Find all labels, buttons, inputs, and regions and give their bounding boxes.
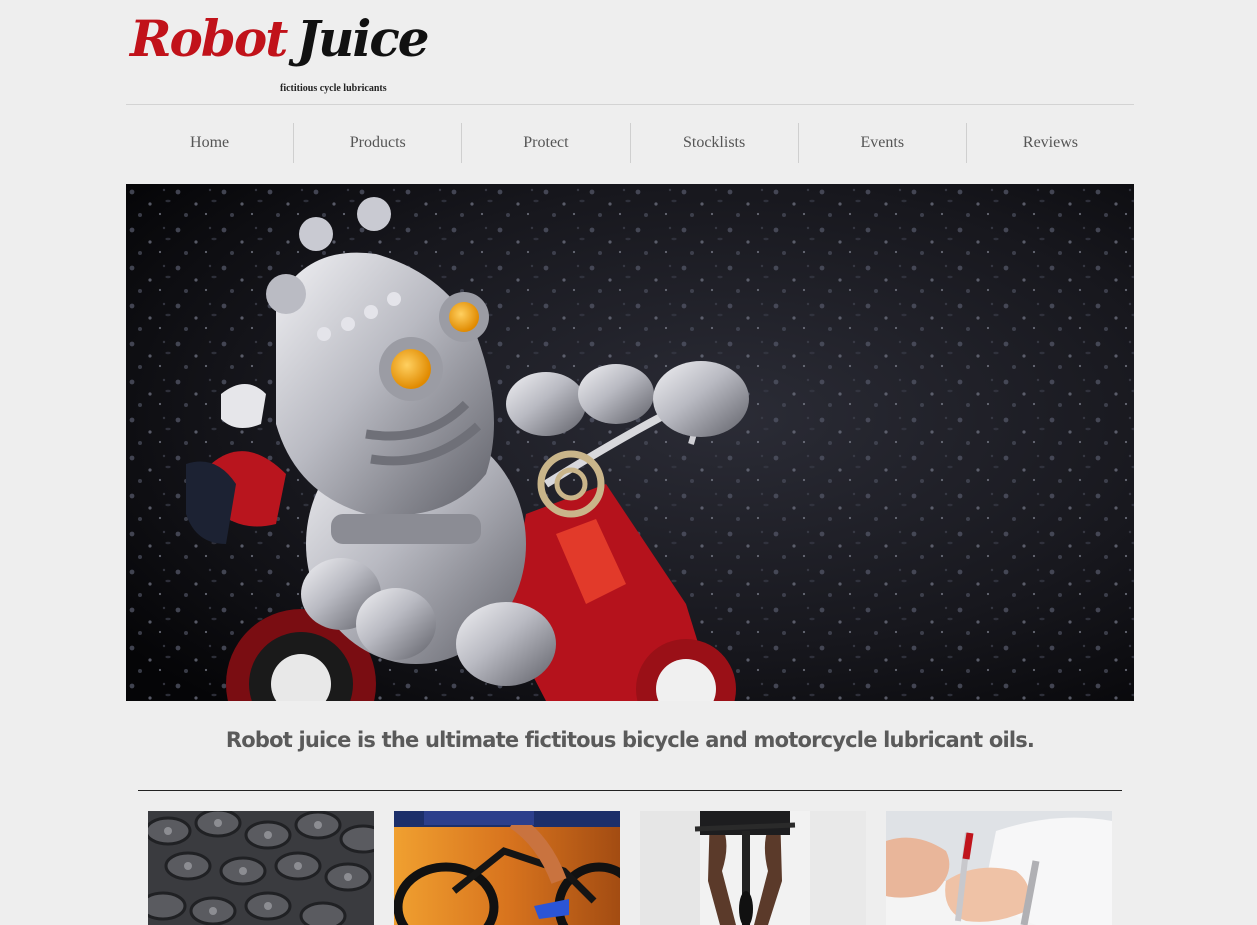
thumbnail-hand-signing[interactable]: [886, 811, 1112, 925]
cyclist-rear-image: [640, 811, 866, 925]
content-divider: [138, 790, 1122, 791]
page-container: Robot Juice fictitious cycle lubricants H…: [126, 0, 1134, 925]
nav-item-stocklists[interactable]: Stocklists: [629, 123, 798, 163]
site-logo[interactable]: Robot Juice: [130, 8, 430, 70]
thumbnail-cyclist-racing[interactable]: [394, 811, 620, 925]
cyclist-racing-image: [394, 811, 620, 925]
hand-signing-image: [886, 811, 1112, 925]
main-nav: Home Products Protect Stocklists Events …: [126, 123, 1134, 163]
thumbnail-cyclist-rear[interactable]: [640, 811, 866, 925]
header-divider: [126, 104, 1134, 105]
feature-thumbnails: [148, 811, 1112, 925]
logo-word-robot: Robot: [130, 9, 288, 68]
nav-item-protect[interactable]: Protect: [461, 123, 629, 163]
nav-item-reviews[interactable]: Reviews: [965, 123, 1134, 163]
thumbnail-bike-chain[interactable]: [148, 811, 374, 925]
robot-tricycle-illustration: [126, 184, 1134, 701]
intro-headline: Robot juice is the ultimate fictitous bi…: [225, 728, 1035, 752]
bike-chain-image: [148, 811, 374, 925]
nav-item-home[interactable]: Home: [126, 123, 293, 163]
logo-word-juice: Juice: [296, 9, 429, 68]
site-tagline: fictitious cycle lubricants: [280, 83, 387, 94]
hero-image: [126, 184, 1134, 701]
nav-item-events[interactable]: Events: [797, 123, 966, 163]
nav-item-products[interactable]: Products: [293, 123, 461, 163]
